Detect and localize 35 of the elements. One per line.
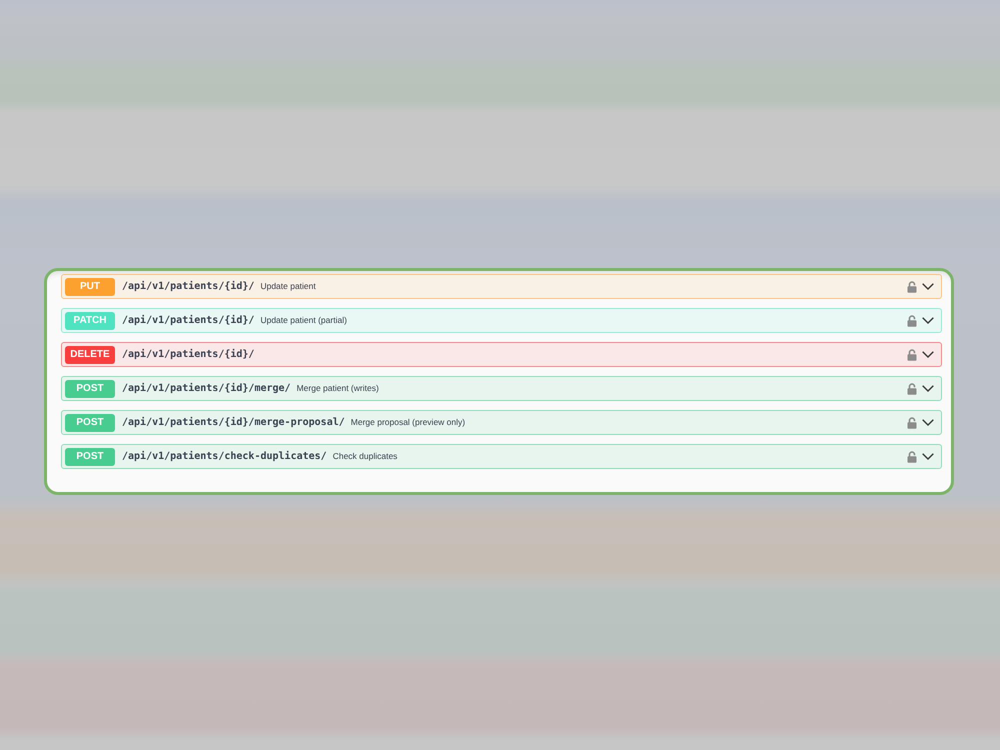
endpoint-path: /api/v1/patients/{id}/merge-proposal/: [122, 416, 345, 430]
lock-icon[interactable]: [907, 382, 917, 394]
endpoint-path: /api/v1/patients/{id}/: [122, 314, 254, 328]
method-badge: PUT: [65, 278, 115, 296]
method-badge: PATCH: [65, 312, 115, 330]
endpoint-path: /api/v1/patients/check-duplicates/: [122, 450, 327, 464]
lock-icon[interactable]: [907, 416, 917, 428]
lock-icon[interactable]: [907, 280, 917, 292]
chevron-down-icon[interactable]: [922, 453, 934, 460]
endpoint-summary: Merge patient (writes): [296, 382, 379, 395]
endpoint-row[interactable]: POST /api/v1/patients/check-duplicates/ Check duplicates: [61, 444, 942, 469]
chevron-down-icon[interactable]: [922, 385, 934, 392]
lock-icon[interactable]: [907, 314, 917, 326]
endpoint-path: /api/v1/patients/{id}/: [122, 348, 254, 362]
chevron-down-icon[interactable]: [922, 419, 934, 426]
endpoint-path: /api/v1/patients/{id}/: [122, 280, 254, 294]
chevron-down-icon[interactable]: [922, 351, 934, 358]
endpoint-path: /api/v1/patients/{id}/merge/: [122, 382, 291, 396]
lock-icon[interactable]: [907, 450, 917, 462]
endpoint-summary: Update patient: [260, 280, 316, 293]
endpoint-row[interactable]: PUT /api/v1/patients/{id}/ Update patient: [61, 274, 942, 299]
chevron-down-icon[interactable]: [922, 283, 934, 290]
endpoint-row[interactable]: POST /api/v1/patients/{id}/merge/ Merge patient (writes): [61, 376, 942, 401]
endpoint-summary: Check duplicates: [332, 450, 398, 463]
lock-icon[interactable]: [907, 348, 917, 360]
endpoint-summary: Update patient (partial): [260, 314, 347, 327]
method-badge: POST: [65, 448, 115, 466]
endpoint-summary: Merge proposal (preview only): [350, 416, 466, 429]
chevron-down-icon[interactable]: [922, 317, 934, 324]
endpoint-row[interactable]: PATCH /api/v1/patients/{id}/ Update patient (partial): [61, 308, 942, 333]
endpoint-row[interactable]: POST /api/v1/patients/{id}/merge-proposal/ Merge proposal (preview only): [61, 410, 942, 435]
method-badge: POST: [65, 414, 115, 432]
endpoint-row[interactable]: DELETE /api/v1/patients/{id}/: [61, 342, 942, 367]
method-badge: POST: [65, 380, 115, 398]
method-badge: DELETE: [65, 346, 115, 364]
